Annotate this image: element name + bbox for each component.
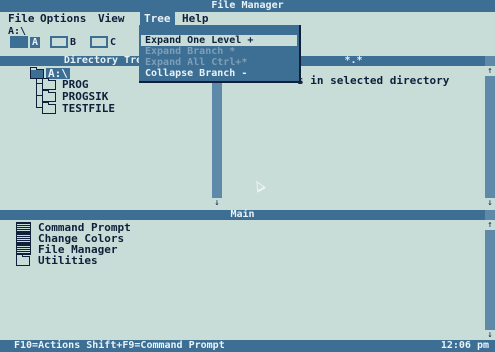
main-group-scrollbar[interactable]: ↑ ↓ bbox=[485, 210, 495, 340]
folder-icon bbox=[42, 78, 56, 90]
group-utilities[interactable]: Utilities bbox=[38, 255, 98, 266]
menu-help[interactable]: Help bbox=[178, 12, 213, 25]
drive-b[interactable]: B bbox=[50, 36, 76, 48]
window-title: File Manager bbox=[211, 0, 284, 11]
tree-item-testfile[interactable]: TESTFILE bbox=[62, 103, 115, 114]
folder-icon bbox=[16, 254, 30, 266]
drive-b-label: B bbox=[70, 37, 77, 48]
drive-icon bbox=[10, 36, 28, 48]
drive-a-label: A bbox=[30, 37, 41, 48]
menu-options[interactable]: Options bbox=[36, 12, 90, 25]
menu-file[interactable]: File bbox=[4, 12, 39, 25]
scroll-down-arrow-icon[interactable]: ↓ bbox=[212, 198, 222, 208]
main-group-header: Main bbox=[0, 210, 485, 220]
program-icon bbox=[16, 222, 31, 233]
folder-icon bbox=[42, 102, 56, 114]
main-group-pane[interactable]: Command Prompt Change Colors File Manage… bbox=[0, 220, 485, 340]
scroll-up-arrow-icon[interactable]: ↑ bbox=[485, 66, 495, 76]
menu-tree[interactable]: Tree bbox=[140, 12, 175, 25]
menu-item-expand-branch[interactable]: Expand Branch * bbox=[145, 46, 235, 57]
menu-item-expand-one-level[interactable]: Expand One Level + bbox=[141, 35, 297, 46]
drive-c-label: C bbox=[110, 37, 117, 48]
menu-item-expand-all[interactable]: Expand All Ctrl+* bbox=[145, 57, 247, 68]
file-list-message: s in selected directory bbox=[297, 74, 450, 87]
program-icon bbox=[16, 233, 31, 244]
tree-item-progsik[interactable]: PROGSIK bbox=[62, 91, 108, 102]
title-bar: File Manager bbox=[0, 0, 495, 12]
folder-icon bbox=[42, 90, 56, 102]
file-list-scrollbar[interactable]: ↑ ↓ bbox=[485, 56, 495, 208]
drive-icon bbox=[90, 36, 108, 48]
menu-view[interactable]: View bbox=[94, 12, 129, 25]
tree-menu-dropdown: Expand One Level + Expand Branch * Expan… bbox=[139, 25, 301, 83]
menu-item-collapse-branch[interactable]: Collapse Branch - bbox=[145, 68, 247, 79]
scroll-down-arrow-icon[interactable]: ↓ bbox=[485, 330, 495, 340]
drive-icon bbox=[50, 36, 68, 48]
scroll-down-arrow-icon[interactable]: ↓ bbox=[485, 198, 495, 208]
drive-a[interactable]: A bbox=[10, 36, 41, 48]
status-hints: F10=Actions Shift+F9=Command Prompt bbox=[14, 340, 225, 351]
tree-item-prog[interactable]: PROG bbox=[62, 79, 89, 90]
menu-bar: File Options View Tree Help bbox=[0, 12, 495, 25]
directory-tree-pane[interactable]: A:\ PROG PROGSIK TESTFILE bbox=[0, 66, 212, 208]
status-clock: 12:06 pm bbox=[440, 340, 489, 351]
status-bar: F10=Actions Shift+F9=Command Prompt 12:0… bbox=[0, 340, 495, 352]
drive-c[interactable]: C bbox=[90, 36, 116, 48]
scroll-up-arrow-icon[interactable]: ↑ bbox=[485, 220, 495, 230]
